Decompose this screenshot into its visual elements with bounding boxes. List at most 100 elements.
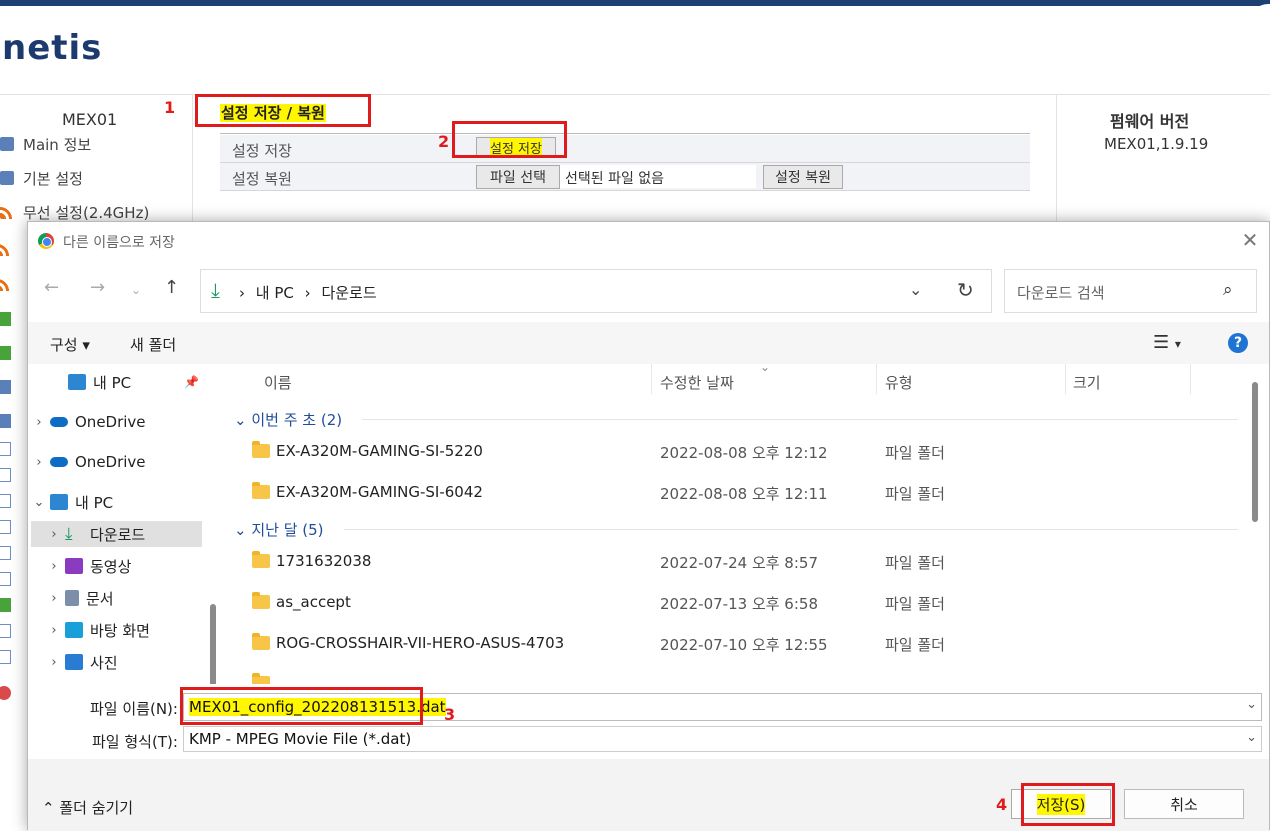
column-header-name[interactable]: 이름	[264, 372, 292, 393]
chevron-right-icon[interactable]: ›	[43, 655, 65, 670]
up-arrow-icon[interactable]: ↑	[164, 277, 179, 298]
annotation-box-3	[180, 687, 423, 725]
onedrive-icon	[50, 417, 68, 427]
column-header-date[interactable]: 수정한 날짜	[660, 372, 734, 393]
dialog-title: 다른 이름으로 저장	[63, 235, 175, 251]
document-icon	[0, 468, 11, 482]
nav-item-downloads[interactable]: › ⤓ 다운로드	[31, 521, 202, 547]
chevron-right-icon[interactable]: ›	[43, 623, 65, 638]
column-header-type[interactable]: 유형	[885, 372, 913, 393]
netis-logo: netis	[2, 28, 103, 68]
pc-icon	[68, 374, 86, 390]
nav-item-pictures[interactable]: › 사진	[28, 649, 202, 675]
sidebar-item-wireless[interactable]: 무선 설정(2.4GHz)	[0, 201, 149, 223]
pc-icon	[50, 494, 68, 510]
help-icon[interactable]: ?	[1228, 333, 1248, 353]
file-row[interactable]: ROG-CROSSHAIR-VII-HERO-ASUS-4703 2022-07…	[224, 626, 1234, 664]
file-row[interactable]: as_accept 2022-07-13 오후 6:58 파일 폴더	[224, 585, 1234, 623]
file-row[interactable]: EX-A320M-GAMING-SI-5220 2022-08-08 오후 12…	[224, 434, 1234, 472]
nav-item-onedrive-1[interactable]: › OneDrive	[28, 409, 202, 435]
onedrive-icon	[50, 457, 68, 467]
top-bar	[0, 0, 1270, 6]
add-icon	[0, 346, 11, 360]
chevron-down-icon[interactable]: ⌄	[28, 495, 50, 510]
document-icon	[65, 590, 79, 606]
desktop-icon	[65, 622, 83, 638]
new-folder-button[interactable]: 새 폴더	[130, 334, 176, 355]
forward-arrow-icon[interactable]: →	[90, 277, 105, 298]
info-icon	[0, 137, 14, 151]
navigation-pane: 내 PC 📌 › OneDrive › OneDrive ⌄ 내 PC › ⤓ …	[28, 364, 218, 684]
folder-icon	[252, 551, 270, 568]
search-field[interactable]: 다운로드 검색 ⌕	[1004, 269, 1257, 313]
document-icon	[0, 650, 11, 664]
dialog-titlebar: 다른 이름으로 저장 ✕	[28, 222, 1269, 260]
chevron-right-icon[interactable]: ›	[28, 455, 50, 470]
pictures-icon	[65, 654, 83, 670]
nav-item-onedrive-2[interactable]: › OneDrive	[28, 449, 202, 475]
document-icon	[0, 442, 11, 456]
annotation-3: 3	[444, 705, 456, 724]
power-icon	[0, 686, 11, 700]
chevron-right-icon[interactable]: ›	[43, 527, 65, 542]
document-icon	[0, 624, 11, 638]
wireless-icon	[0, 242, 11, 256]
group-this-week[interactable]: ⌄ 이번 주 초 (2)	[234, 409, 342, 430]
view-options-icon[interactable]: ☰ ▾	[1153, 332, 1181, 353]
hide-folders-toggle[interactable]: ⌃ 폴더 숨기기	[42, 797, 133, 818]
sort-chevron-icon: ⌄	[760, 364, 771, 374]
annotation-4: 4	[996, 795, 1008, 814]
document-icon	[0, 572, 11, 586]
column-header-size[interactable]: 크기	[1073, 372, 1101, 393]
address-bar[interactable]: ⤓ › 내 PC › 다운로드 ⌄ ↻	[200, 269, 992, 313]
save-settings-row: 설정 저장	[220, 135, 1030, 163]
file-row[interactable]: EX-A320M-GAMING-SI-6042 2022-08-08 오후 12…	[224, 475, 1234, 513]
breadcrumb-downloads[interactable]: 다운로드	[321, 284, 376, 302]
close-icon[interactable]: ✕	[1238, 228, 1262, 252]
download-icon: ⤓	[211, 278, 220, 302]
chevron-right-icon[interactable]: ›	[43, 559, 65, 574]
nav-item-pc[interactable]: ⌄ 내 PC	[28, 489, 202, 515]
chevron-right-icon[interactable]: ›	[43, 591, 65, 606]
file-row-partial[interactable]	[224, 666, 1234, 684]
back-arrow-icon[interactable]: ←	[44, 277, 59, 298]
chevron-down-icon[interactable]: ⌄	[1246, 697, 1257, 712]
filename-label: 파일 이름(N):	[90, 700, 178, 718]
chevron-down-icon[interactable]: ⌄	[909, 280, 922, 299]
organize-button[interactable]: 구성 ▾	[50, 334, 90, 355]
annotation-box-1	[195, 94, 371, 127]
file-list: 이름 수정한 날짜 ⌄ 유형 크기 ⌄ 이번 주 초 (2) EX-A320M-…	[224, 364, 1254, 684]
breadcrumb: › 내 PC › 다운로드	[239, 284, 377, 302]
selected-file-text: 선택된 파일 없음	[560, 165, 756, 188]
filetype-label: 파일 형식(T):	[92, 733, 178, 751]
sidebar-item-basic-settings[interactable]: 기본 설정	[0, 167, 83, 189]
filetype-select[interactable]: KMP - MPEG Movie File (*.dat) ⌄	[183, 726, 1262, 752]
annotation-1: 1	[164, 98, 176, 117]
chevron-down-icon: ⌄	[1246, 730, 1257, 745]
annotation-box-2	[452, 121, 567, 158]
cancel-button[interactable]: 취소	[1124, 789, 1244, 819]
nav-item-quick-pc[interactable]: 내 PC 📌	[28, 369, 202, 395]
annotation-2: 2	[438, 132, 450, 151]
folder-icon	[252, 592, 270, 609]
nav-scrollbar[interactable]	[210, 604, 216, 684]
nav-item-videos[interactable]: › 동영상	[28, 553, 202, 579]
search-placeholder: 다운로드 검색	[1017, 284, 1105, 302]
device-model: MEX01	[62, 110, 118, 129]
annotation-box-4	[1021, 783, 1115, 826]
refresh-icon[interactable]: ↻	[957, 278, 974, 302]
file-row[interactable]: 1731632038 2022-07-24 오후 8:57 파일 폴더	[224, 544, 1234, 582]
firmware-title: 펌웨어 버전	[1110, 112, 1190, 131]
restore-settings-button[interactable]: 설정 복원	[763, 165, 843, 189]
nav-item-documents[interactable]: › 문서	[28, 585, 202, 611]
chevron-right-icon[interactable]: ›	[28, 415, 50, 430]
sidebar-item-main-info[interactable]: Main 정보	[0, 133, 91, 155]
choose-file-button[interactable]: 파일 선택	[476, 165, 560, 189]
breadcrumb-pc[interactable]: 내 PC	[256, 284, 294, 302]
search-icon: ⌕	[1223, 280, 1233, 300]
group-last-month[interactable]: ⌄ 지난 달 (5)	[234, 519, 324, 540]
folder-icon	[252, 673, 270, 684]
recent-dropdown-icon[interactable]: ⌄	[131, 283, 141, 297]
nav-item-desktop[interactable]: › 바탕 화면	[28, 617, 202, 643]
list-scrollbar[interactable]	[1252, 382, 1258, 522]
